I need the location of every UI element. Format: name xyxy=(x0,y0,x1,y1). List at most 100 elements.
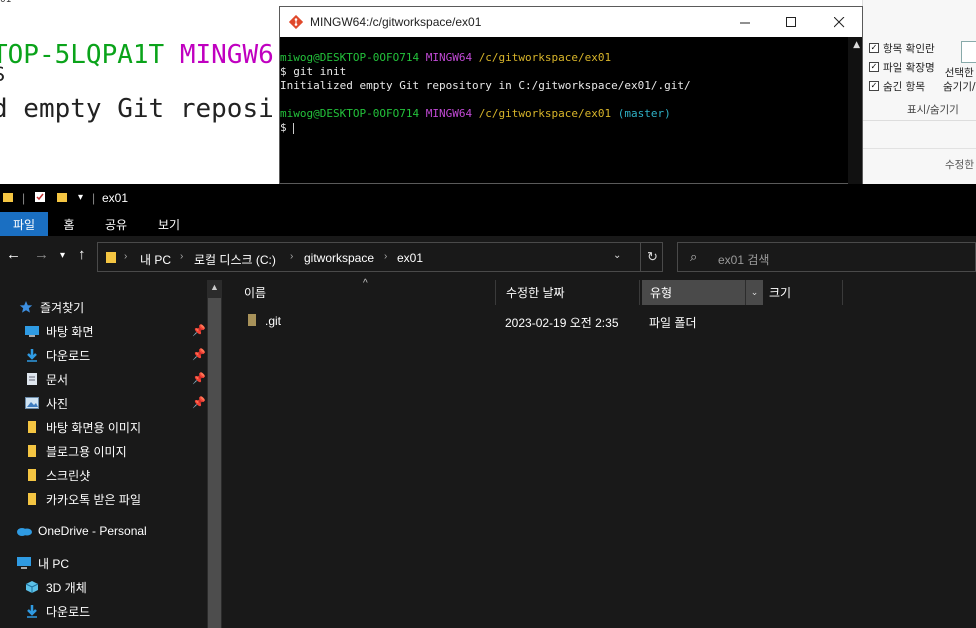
scroll-up-icon[interactable]: ▲ xyxy=(210,282,219,292)
pin-icon[interactable]: 📌 xyxy=(192,348,206,361)
nav-scrollbar-thumb[interactable] xyxy=(208,298,221,628)
column-header-size[interactable]: 크기 xyxy=(763,280,843,305)
terminal-segment: MINGW64 xyxy=(425,107,479,120)
hide-selected-button[interactable]: 선택한 숨기기/ xyxy=(943,66,976,94)
search-input[interactable]: ex01 검색 xyxy=(718,251,769,268)
file-type: 파일 폴더 xyxy=(649,316,697,330)
terminal-titlebar[interactable]: MINGW64:/c/gitworkspace/ex01 xyxy=(280,7,862,37)
breadcrumb-local-disk[interactable]: 로컬 디스크 (C:) xyxy=(194,251,276,268)
terminal-segment: /c/gitworkspace/ex01 xyxy=(478,51,612,64)
cloud-icon xyxy=(16,523,32,539)
table-row[interactable]: .git 2023-02-19 오전 2:35 파일 폴더 xyxy=(238,310,858,332)
checkbox-item-checkboxes[interactable]: ✓ 항목 확인란 xyxy=(869,39,969,57)
terminal-line: miwog@DESKTOP-0OFO714 MINGW64 /c/gitwork… xyxy=(280,107,850,121)
minimize-icon xyxy=(739,22,750,23)
nav-label: 다운로드 xyxy=(46,348,91,363)
breadcrumb-this-pc[interactable]: 내 PC xyxy=(140,251,171,268)
column-divider xyxy=(863,148,976,149)
chevron-right-icon[interactable]: › xyxy=(384,251,387,262)
folder-icon[interactable] xyxy=(2,191,14,206)
nav-quick-access[interactable]: 즐겨찾기 xyxy=(18,296,84,318)
column-header-date[interactable]: 수정한 날짜 xyxy=(498,280,640,305)
folder-icon xyxy=(24,467,40,483)
terminal-line: $ git init xyxy=(280,65,850,79)
chevron-right-icon[interactable]: › xyxy=(290,251,293,262)
ribbon-divider xyxy=(863,120,976,121)
desktop: 01 TOP-5LQPA1T MINGW6 $ d empty Git repo… xyxy=(0,0,976,628)
pin-icon[interactable]: 📌 xyxy=(192,324,206,337)
recent-locations-icon[interactable]: ▾ xyxy=(60,250,65,261)
file-list[interactable]: ^ 이름 수정한 날짜 유형 ⌄ 크기 .git 2023-02-19 오전 2… xyxy=(222,278,976,628)
nav-desktop[interactable]: 바탕 화면 xyxy=(24,320,94,342)
tab-share[interactable]: 공유 xyxy=(92,212,140,236)
new-folder-icon[interactable] xyxy=(56,191,68,206)
terminal-scrollbar[interactable] xyxy=(848,37,862,185)
column-header-name[interactable]: 이름 xyxy=(238,280,496,305)
minimize-button[interactable] xyxy=(722,7,768,37)
nav-downloads[interactable]: 다운로드 xyxy=(24,344,90,366)
terminal-segment: Initialized empty Git repository in C:/g… xyxy=(280,79,691,92)
git-bash-window[interactable]: MINGW64:/c/gitworkspace/ex01 miwog@DESKT… xyxy=(279,6,863,185)
chevron-right-icon[interactable]: › xyxy=(180,251,183,262)
nav-kakaotalk-files[interactable]: 카카오톡 받은 파일 xyxy=(24,488,141,510)
checkbox-label: 항목 확인란 xyxy=(883,42,935,55)
nav-pc-downloads[interactable]: 다운로드 xyxy=(24,600,90,622)
hide-selected-icon[interactable] xyxy=(961,41,976,63)
terminal-segment: miwog@DESKTOP-0OFO714 xyxy=(280,107,426,120)
background-host-text: TOP-5LQPA1T xyxy=(0,40,165,70)
terminal-line: $ xyxy=(280,121,850,135)
computer-icon xyxy=(16,555,32,571)
nav-screenshots[interactable]: 스크린샷 xyxy=(24,464,90,486)
nav-label: 바탕 화면용 이미지 xyxy=(46,420,141,435)
terminal-segment: miwog@DESKTOP-0OFO714 xyxy=(280,51,426,64)
nav-this-pc[interactable]: 내 PC xyxy=(16,552,69,574)
nav-wallpaper-images[interactable]: 바탕 화면용 이미지 xyxy=(24,416,141,438)
forward-arrow-icon[interactable]: → xyxy=(34,246,49,263)
checkbox-icon[interactable]: ✓ xyxy=(869,43,879,53)
search-box[interactable]: ⌕ ex01 검색 xyxy=(677,242,976,272)
nav-onedrive[interactable]: OneDrive - Personal xyxy=(16,520,147,542)
close-button[interactable] xyxy=(816,7,862,37)
tab-home[interactable]: 홈 xyxy=(48,212,90,236)
git-logo-icon xyxy=(289,15,303,29)
maximize-button[interactable] xyxy=(768,7,814,37)
nav-label: 즐겨찾기 xyxy=(40,300,85,315)
up-arrow-icon[interactable]: ↑ xyxy=(78,246,86,263)
file-explorer-window[interactable]: | ▾ | ex01 파일 홈 공유 보기 ← → ▾ ↑ › 내 PC › 로… xyxy=(0,184,976,628)
tab-view[interactable]: 보기 xyxy=(146,212,192,236)
explorer-titlebar[interactable]: | ▾ | ex01 xyxy=(0,184,976,212)
nav-3d-objects[interactable]: 3D 개체 xyxy=(24,576,87,598)
properties-icon[interactable] xyxy=(34,191,46,206)
column-header-type[interactable]: 유형 xyxy=(642,280,762,305)
customize-quick-access-icon[interactable]: ▾ xyxy=(78,192,83,203)
scroll-up-icon[interactable]: ▲ xyxy=(853,40,860,50)
maximize-icon xyxy=(785,16,796,27)
pin-icon[interactable]: 📌 xyxy=(192,396,206,409)
checkbox-icon[interactable]: ✓ xyxy=(869,62,879,72)
document-icon xyxy=(24,371,40,387)
background-prompt-line: TOP-5LQPA1T MINGW6 xyxy=(0,40,274,70)
tab-file[interactable]: 파일 xyxy=(0,212,48,236)
nav-blog-images[interactable]: 블로그용 이미지 xyxy=(24,440,127,462)
refresh-button[interactable]: ↻ xyxy=(640,243,664,271)
pin-icon[interactable]: 📌 xyxy=(192,372,206,385)
chevron-down-icon[interactable]: ⌄ xyxy=(745,280,763,305)
checkbox-icon[interactable]: ✓ xyxy=(869,81,879,91)
pictures-icon xyxy=(24,395,40,411)
checkbox-label: 숨긴 항목 xyxy=(883,80,925,93)
address-bar[interactable]: › 내 PC › 로컬 디스크 (C:) › gitworkspace › ex… xyxy=(97,242,663,272)
file-date: 2023-02-19 오전 2:35 xyxy=(505,316,619,330)
chevron-down-icon[interactable]: ⌄ xyxy=(613,250,621,261)
nav-pictures[interactable]: 사진 xyxy=(24,392,68,414)
breadcrumb-gitworkspace[interactable]: gitworkspace xyxy=(304,251,374,265)
column-header-modified[interactable]: 수정한 xyxy=(945,157,974,172)
breadcrumb-ex01[interactable]: ex01 xyxy=(397,251,423,265)
nav-scrollbar[interactable]: ▲ xyxy=(207,280,222,628)
nav-documents[interactable]: 문서 xyxy=(24,368,68,390)
quick-access-separator: | xyxy=(22,191,26,205)
back-arrow-icon[interactable]: ← xyxy=(6,246,21,263)
chevron-right-icon[interactable]: › xyxy=(124,251,127,262)
background-tiny-text: 01 xyxy=(0,0,12,5)
terminal-line: miwog@DESKTOP-0OFO714 MINGW64 /c/gitwork… xyxy=(280,51,850,65)
terminal-output[interactable]: miwog@DESKTOP-0OFO714 MINGW64 /c/gitwork… xyxy=(280,51,850,185)
